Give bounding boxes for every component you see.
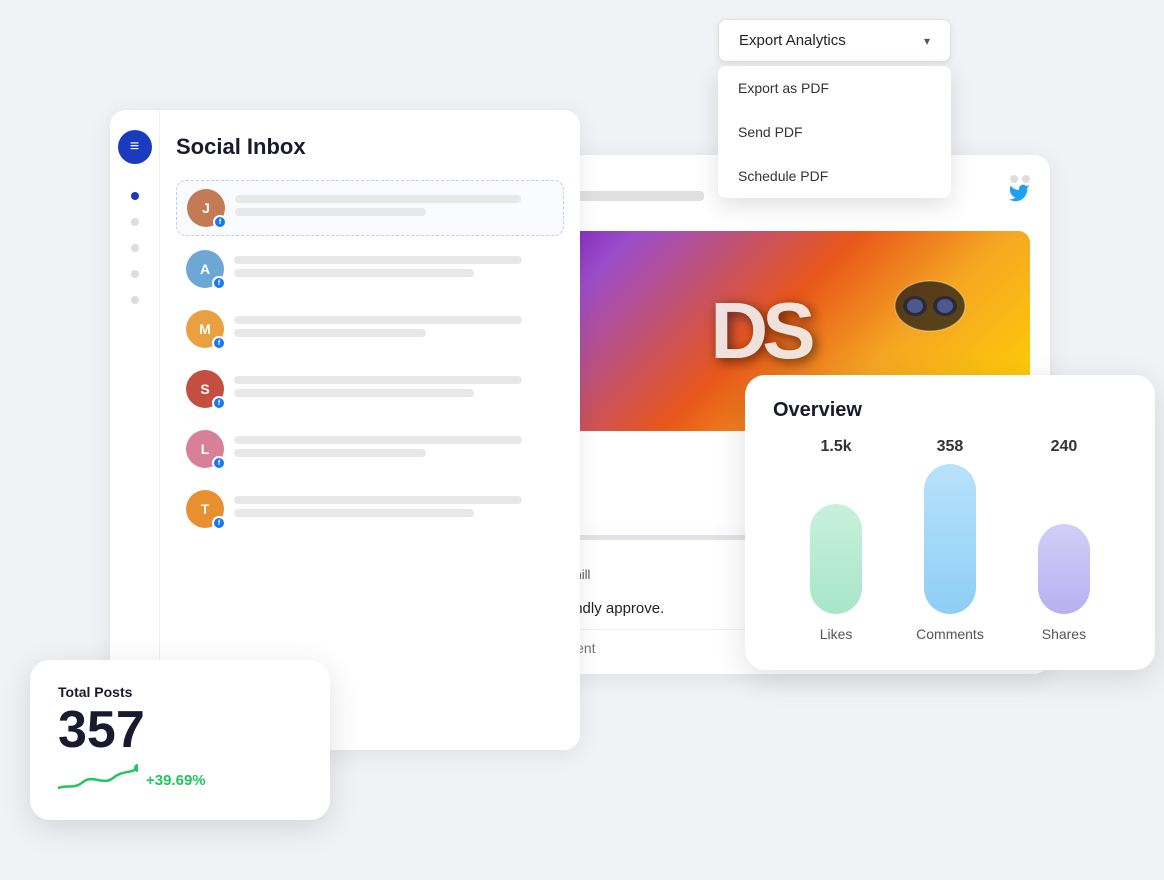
name-line (234, 376, 522, 384)
shares-value: 240 (1051, 438, 1078, 456)
scene: Export Analytics ▾ Export as PDF Send PD… (0, 0, 1164, 880)
platform-badge: f (212, 336, 226, 350)
message-line (234, 389, 474, 397)
inbox-list: J f A f (176, 180, 564, 536)
badge-letter: f (218, 400, 220, 407)
avatar-wrapper: L f (186, 430, 224, 468)
post-image-text: DS (710, 285, 809, 377)
total-posts-trend: +39.69% (58, 764, 302, 796)
name-line (234, 496, 522, 504)
sidebar-nav: ≡ (110, 110, 160, 750)
platform-badge: f (212, 276, 226, 290)
list-item[interactable]: L f (176, 422, 564, 476)
nav-dot-4[interactable] (131, 270, 139, 278)
export-button-label: Export Analytics (739, 32, 846, 49)
export-analytics-button[interactable]: Export Analytics ▾ (718, 19, 951, 62)
avatar-wrapper: T f (186, 490, 224, 528)
platform-badge: f (212, 396, 226, 410)
likes-label: Likes (820, 626, 853, 642)
nav-dot-1[interactable] (131, 192, 139, 200)
schedule-pdf-item[interactable]: Schedule PDF (718, 154, 951, 198)
inbox-item-content (234, 256, 554, 282)
likes-bar (810, 504, 862, 614)
overview-card: Overview 1.5k Likes 358 Comments 240 (745, 375, 1155, 670)
name-line (234, 316, 522, 324)
platform-badge: f (212, 516, 226, 530)
send-pdf-item[interactable]: Send PDF (718, 110, 951, 154)
trend-percentage: +39.69% (146, 772, 206, 789)
twitter-icon (1008, 182, 1030, 210)
chart-area: 1.5k Likes 358 Comments 240 S (773, 442, 1127, 642)
shares-label: Shares (1042, 626, 1086, 642)
logo-icon: ≡ (130, 138, 139, 156)
total-posts-label: Total Posts (58, 684, 302, 700)
inbox-item-content (234, 496, 554, 522)
avatar-wrapper: J f (187, 189, 225, 227)
list-item[interactable]: S f (176, 362, 564, 416)
platform-badge: f (213, 215, 227, 229)
chevron-down-icon: ▾ (924, 34, 930, 48)
inbox-title: Social Inbox (176, 134, 564, 160)
badge-letter: f (218, 280, 220, 287)
message-line (234, 329, 426, 337)
comments-value: 358 (937, 438, 964, 456)
name-line (235, 195, 521, 203)
chart-column-likes: 1.5k Likes (810, 438, 862, 642)
avatar-wrapper: S f (186, 370, 224, 408)
avatar-wrapper: A f (186, 250, 224, 288)
message-line (234, 509, 474, 517)
message-line (235, 208, 426, 216)
social-inbox-card: ≡ Social Inbox J f (110, 110, 580, 750)
total-posts-number: 357 (58, 704, 302, 756)
comments-label: Comments (916, 626, 984, 642)
badge-letter: f (218, 460, 220, 467)
shares-bar (1038, 524, 1090, 614)
chart-column-comments: 358 Comments (916, 438, 984, 642)
inbox-item-content (235, 195, 553, 221)
dot-2 (1022, 175, 1030, 183)
shares-bar-wrapper (1038, 464, 1090, 614)
chart-column-shares: 240 Shares (1038, 438, 1090, 642)
likes-bar-wrapper (810, 464, 862, 614)
inbox-item-content (234, 436, 554, 462)
name-line (234, 436, 522, 444)
app-logo[interactable]: ≡ (118, 130, 152, 164)
inbox-item-content (234, 316, 554, 342)
export-dropdown-menu: Export as PDF Send PDF Schedule PDF (718, 66, 951, 198)
list-item[interactable]: T f (176, 482, 564, 536)
platform-badge: f (212, 456, 226, 470)
badge-letter: f (219, 219, 221, 226)
list-item[interactable]: A f (176, 242, 564, 296)
likes-value: 1.5k (820, 438, 851, 456)
nav-dot-5[interactable] (131, 296, 139, 304)
nav-dot-2[interactable] (131, 218, 139, 226)
total-posts-card: Total Posts 357 +39.69% (30, 660, 330, 820)
overview-title: Overview (773, 399, 1127, 422)
message-line (234, 449, 426, 457)
name-line (234, 256, 522, 264)
list-item[interactable]: M f (176, 302, 564, 356)
badge-letter: f (218, 520, 220, 527)
dot-1 (1010, 175, 1018, 183)
trend-sparkline (58, 764, 138, 796)
message-line (234, 269, 474, 277)
inbox-content: Social Inbox J f (160, 110, 580, 750)
badge-letter: f (218, 340, 220, 347)
export-dropdown-wrapper: Export Analytics ▾ Export as PDF Send PD… (718, 19, 951, 62)
nav-dot-3[interactable] (131, 244, 139, 252)
comments-bar-wrapper (924, 464, 976, 614)
card-dots (1010, 175, 1030, 183)
export-pdf-item[interactable]: Export as PDF (718, 66, 951, 110)
avatar-wrapper: M f (186, 310, 224, 348)
comments-bar (924, 464, 976, 614)
list-item[interactable]: J f (176, 180, 564, 236)
inbox-item-content (234, 376, 554, 402)
